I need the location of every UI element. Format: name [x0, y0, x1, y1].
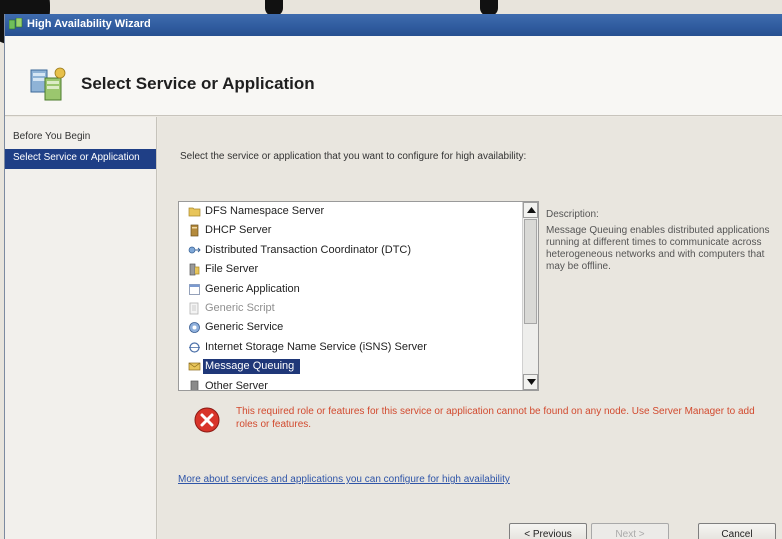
- isns-icon: [189, 342, 200, 353]
- cancel-button[interactable]: Cancel: [698, 523, 776, 539]
- previous-button[interactable]: < Previous: [509, 523, 587, 539]
- list-item-isns-server[interactable]: Internet Storage Name Service (iSNS) Ser…: [179, 338, 538, 357]
- wizard-content: Select the service or application that y…: [158, 117, 782, 539]
- error-message: This required role or features for this …: [236, 406, 755, 430]
- list-item-message-queuing[interactable]: Message Queuing: [179, 357, 538, 376]
- script-icon: [189, 302, 199, 315]
- description-text: Message Queuing enables distributed appl…: [546, 225, 770, 272]
- arrow-down-icon: [527, 379, 536, 385]
- list-item-generic-application[interactable]: Generic Application: [179, 280, 538, 299]
- list-item-label: Distributed Transaction Coordinator (DTC…: [205, 243, 412, 256]
- list-item-label: Generic Service: [205, 321, 284, 334]
- list-item-dfs-namespace[interactable]: DFS Namespace Server: [179, 202, 538, 221]
- list-item-generic-service[interactable]: Generic Service: [179, 318, 538, 337]
- list-item-label: DFS Namespace Server: [205, 205, 325, 217]
- service-icon: [189, 322, 200, 334]
- arrow-up-icon: [527, 207, 536, 213]
- nav-step-before-you-begin[interactable]: Before You Begin: [5, 131, 156, 143]
- nav-step-select-service[interactable]: Select Service or Application: [5, 149, 156, 169]
- server-icon: [190, 225, 199, 237]
- list-item-label: DHCP Server: [205, 224, 272, 237]
- wizard-window: High Availability Wizard Select Service …: [4, 14, 782, 539]
- cluster-app-icon: [9, 18, 23, 30]
- scroll-down-button[interactable]: [523, 374, 538, 390]
- scroll-thumb[interactable]: [524, 219, 537, 324]
- error-icon: [194, 407, 220, 433]
- scroll-up-button[interactable]: [523, 202, 538, 218]
- listbox-scrollbar[interactable]: [522, 202, 538, 390]
- file-server-icon: [189, 263, 200, 276]
- application-icon: [189, 283, 200, 295]
- description-heading: Description:: [546, 209, 599, 220]
- list-item-label: Other Server: [205, 379, 268, 391]
- list-item-label: Internet Storage Name Service (iSNS) Ser…: [205, 340, 427, 353]
- list-item-other-server[interactable]: Other Server: [179, 377, 538, 391]
- list-item-label: Generic Application: [205, 282, 300, 295]
- instruction-text: Select the service or application that y…: [180, 151, 527, 162]
- list-item-dtc[interactable]: Distributed Transaction Coordinator (DTC…: [179, 241, 538, 260]
- window-title: High Availability Wizard: [27, 18, 151, 30]
- dtc-icon: [188, 246, 201, 254]
- wizard-steps-nav: Before You Begin Select Service or Appli…: [5, 117, 157, 539]
- list-item-label: Message Queuing: [203, 359, 301, 375]
- list-item-dhcp-server[interactable]: DHCP Server: [179, 221, 538, 240]
- cluster-wizard-icon: [30, 67, 66, 101]
- list-item-file-server[interactable]: File Server: [179, 260, 538, 279]
- page-title: Select Service or Application: [81, 74, 315, 93]
- title-bar[interactable]: High Availability Wizard: [5, 14, 782, 36]
- list-item-label: File Server: [205, 263, 259, 276]
- message-queue-icon: [188, 362, 201, 371]
- service-listbox[interactable]: DFS Namespace Server DHCP Server Distrib…: [178, 201, 539, 391]
- more-info-link[interactable]: More about services and applications you…: [178, 474, 510, 485]
- list-item-generic-script[interactable]: Generic Script: [179, 299, 538, 318]
- server-icon: [190, 380, 199, 390]
- next-button[interactable]: Next >: [591, 523, 669, 539]
- wizard-header: Select Service or Application: [5, 36, 782, 116]
- folder-icon: [188, 207, 201, 217]
- list-item-label: Generic Script: [205, 301, 275, 314]
